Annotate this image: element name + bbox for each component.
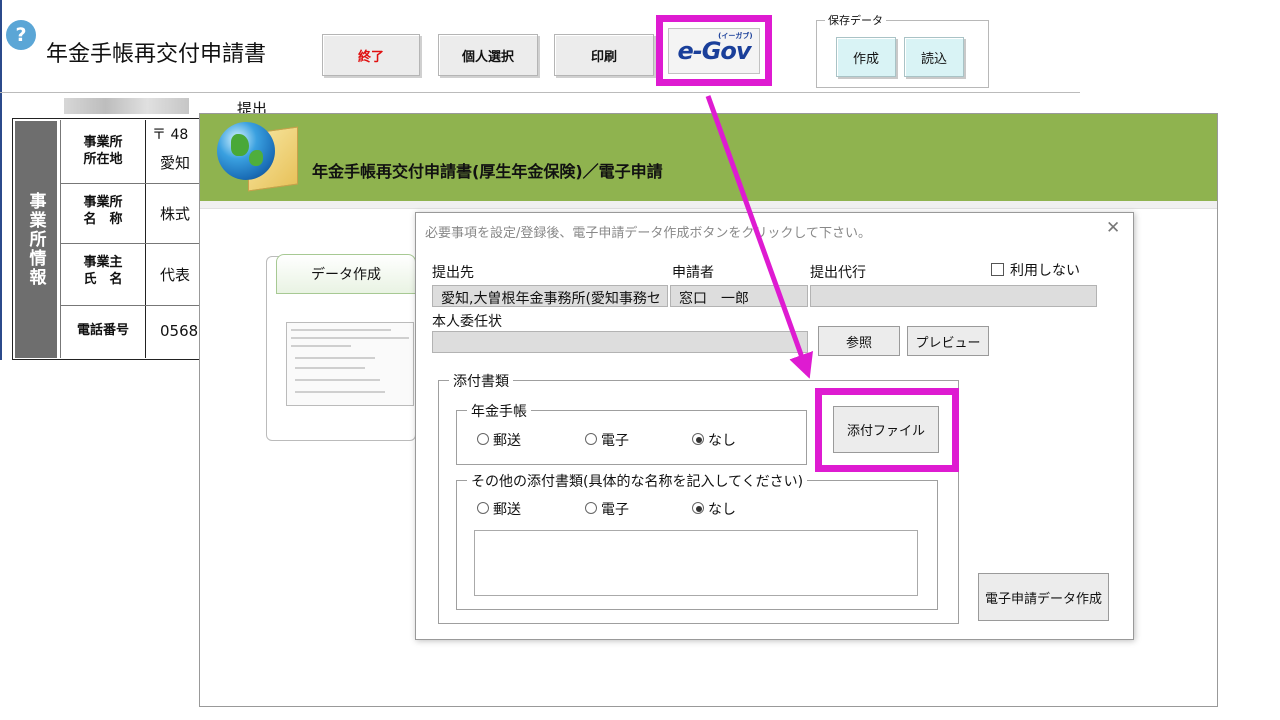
callout-arrow (705, 95, 813, 379)
arrow-line (705, 95, 813, 379)
